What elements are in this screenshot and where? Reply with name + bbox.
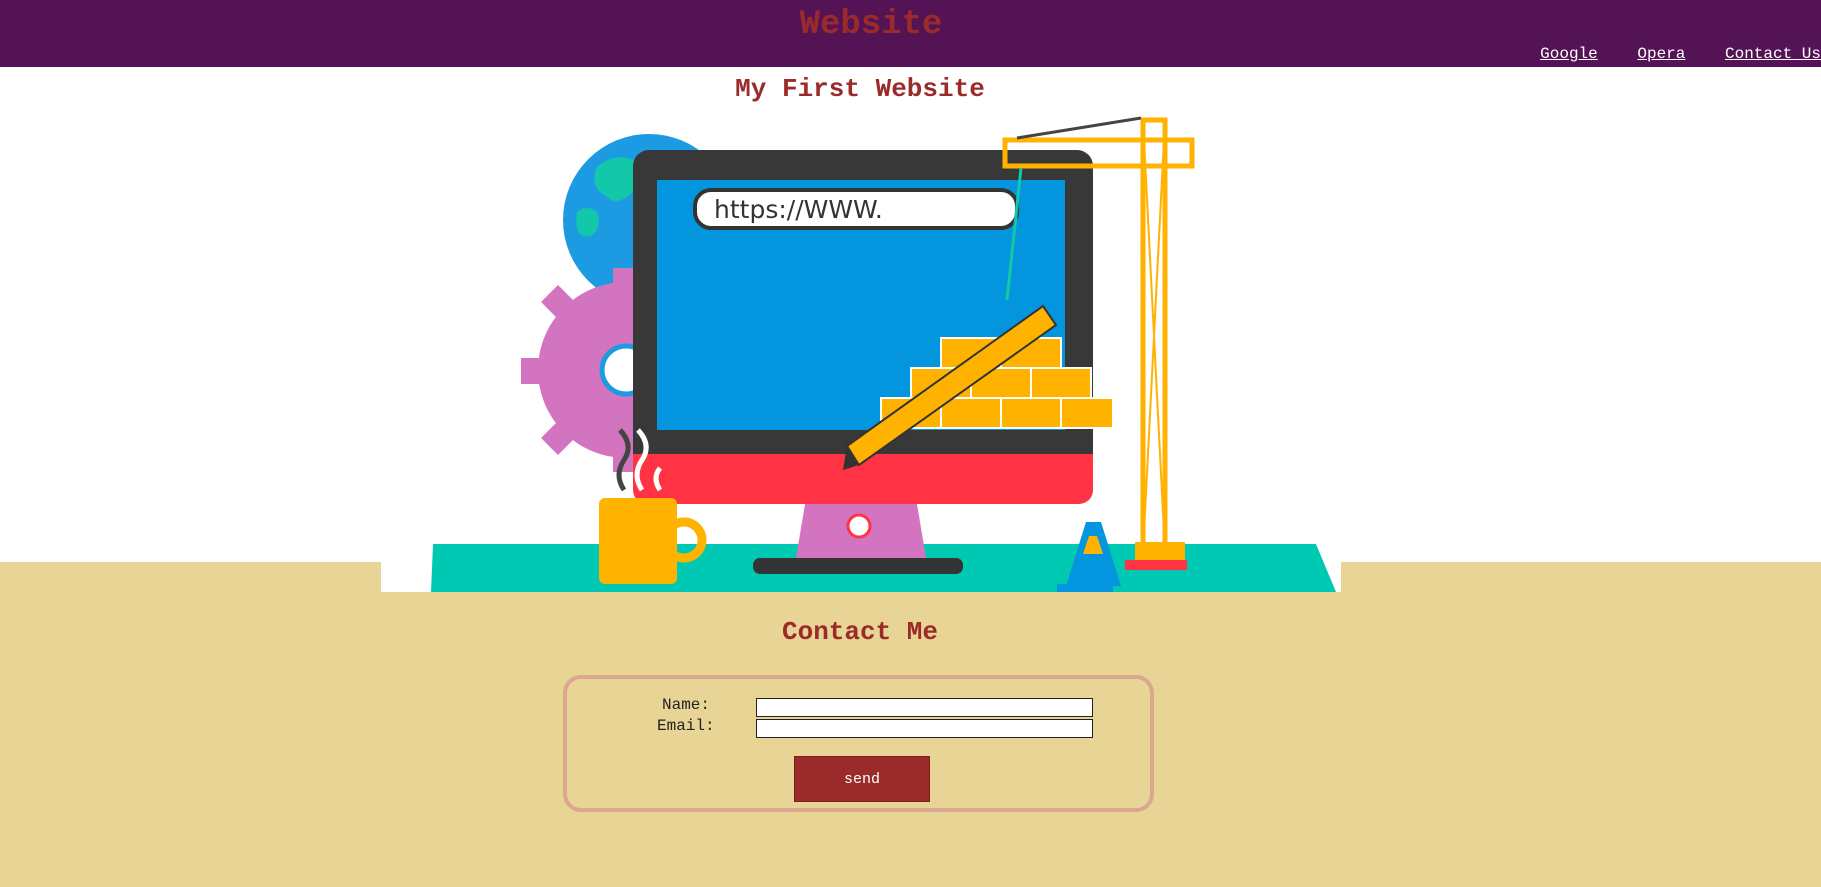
nav-link-google[interactable]: Google xyxy=(1540,45,1598,63)
url-text: https://WWW. xyxy=(714,195,883,224)
contact-title: Contact Me xyxy=(781,617,939,647)
name-field[interactable] xyxy=(756,698,1093,717)
email-field[interactable] xyxy=(756,719,1093,738)
site-title: Website xyxy=(799,6,943,44)
nav-link-opera[interactable]: Opera xyxy=(1637,45,1685,63)
page-title: My First Website xyxy=(735,74,985,104)
email-label: Email: xyxy=(657,717,715,735)
nav-link-contact-us[interactable]: Contact Us xyxy=(1725,45,1821,63)
send-button[interactable]: send xyxy=(794,756,930,802)
contact-form: Name: Email: send xyxy=(563,675,1154,812)
hero-illustration: https://WWW. xyxy=(381,110,1341,592)
website-construction-illustration: https://WWW. xyxy=(431,116,1336,592)
nav-links: Google Opera Contact Us xyxy=(1510,45,1821,63)
header-bar: Website Google Opera Contact Us xyxy=(0,0,1821,67)
name-label: Name: xyxy=(662,696,711,714)
